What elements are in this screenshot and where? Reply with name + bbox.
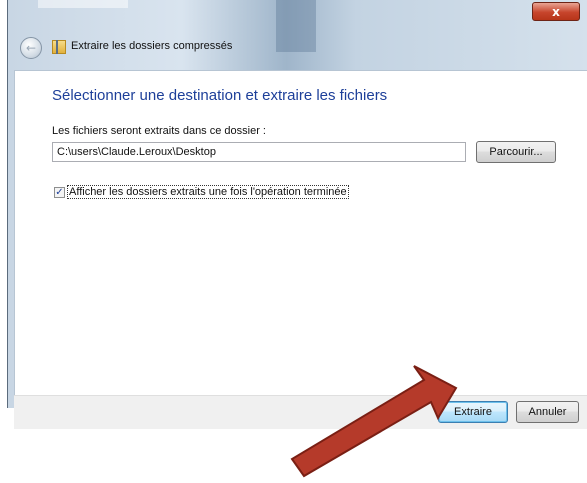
arrow-shape — [290, 365, 458, 478]
annotation-arrow — [290, 365, 458, 478]
